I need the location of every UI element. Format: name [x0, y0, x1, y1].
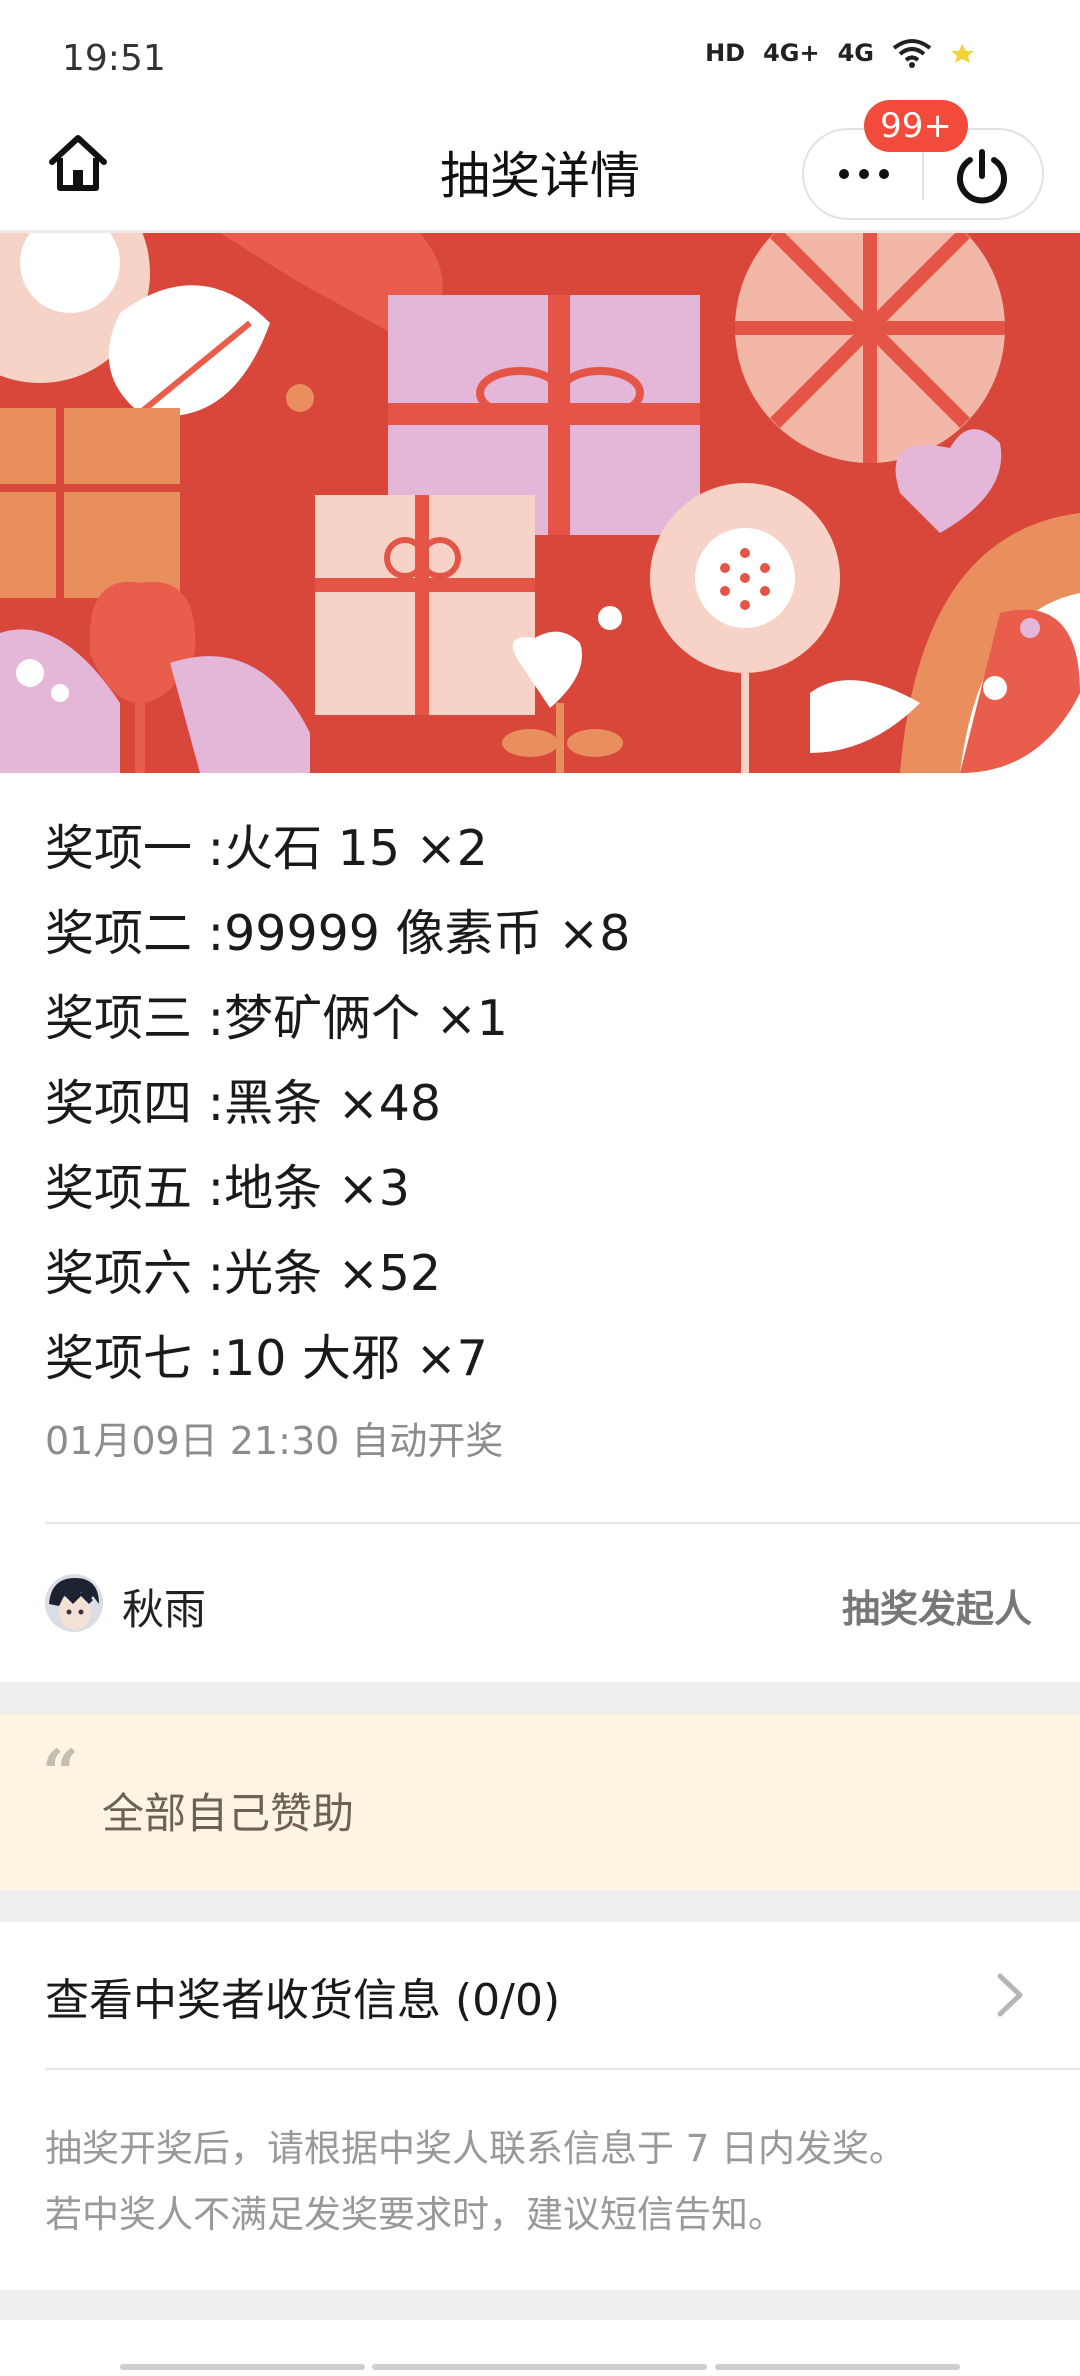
draw-time: 01月09日 21:30 自动开奖	[45, 1419, 504, 1463]
prize-item: 奖项四 :黑条 ×48	[45, 1075, 442, 1132]
prize-item: 奖项五 :地条 ×3	[45, 1160, 410, 1217]
power-icon[interactable]	[950, 144, 1014, 208]
tab-indicator[interactable]	[715, 2364, 960, 2370]
prize-item: 奖项一 :火石 15 ×2	[45, 820, 488, 877]
initiator-name: 秋雨	[122, 1585, 207, 1634]
capsule-divider	[922, 148, 924, 200]
prize-item: 奖项七 :10 大邪 ×7	[45, 1330, 488, 1387]
prize-list: 奖项一 :火石 15 ×2 奖项二 :99999 像素币 ×8 奖项三 :梦矿俩…	[45, 806, 1045, 1401]
signal-4g-icon: 4G	[837, 39, 874, 67]
status-bar: 19:51 HD 4G+ 4G	[0, 0, 1080, 110]
notice-line: 抽奖开奖后，请根据中奖人联系信息于 7 日内发奖。	[45, 2127, 907, 2170]
battery-icon	[951, 44, 974, 63]
sponsor-note: “ 全部自己赞助	[0, 1714, 1080, 1890]
bottom-tab-indicators	[0, 2320, 1080, 2376]
divider	[45, 2068, 1080, 2070]
signal-4g-plus-icon: 4G+	[763, 39, 820, 67]
more-icon[interactable]	[828, 144, 900, 204]
prize-item: 奖项六 :光条 ×52	[45, 1245, 442, 1302]
chevron-right-icon	[997, 1973, 1023, 2017]
hd-icon: HD	[705, 39, 746, 67]
initiator-role-label: 抽奖发起人	[841, 1587, 1032, 1631]
tab-indicator[interactable]	[120, 2364, 365, 2370]
prize-item: 奖项三 :梦矿俩个 ×1	[45, 990, 508, 1047]
delivery-notice: 抽奖开奖后，请根据中奖人联系信息于 7 日内发奖。 若中奖人不满足发奖要求时，建…	[45, 2116, 906, 2248]
initiator-row[interactable]: 秋雨 抽奖发起人	[0, 1524, 1080, 1684]
section-gap	[0, 2290, 1080, 2320]
winner-shipping-info-link[interactable]: 查看中奖者收货信息 (0/0)	[0, 1922, 1080, 2068]
section-gap	[0, 1682, 1080, 1714]
notice-line: 若中奖人不满足发奖要求时，建议短信告知。	[45, 2193, 785, 2236]
tab-indicator[interactable]	[372, 2364, 707, 2370]
quote-icon: “	[42, 1736, 79, 1811]
winner-shipping-info-label: 查看中奖者收货信息 (0/0)	[45, 1975, 561, 2026]
section-gap	[0, 1890, 1080, 1922]
wifi-icon	[892, 39, 932, 68]
avatar[interactable]	[45, 1574, 103, 1632]
notification-badge: 99+	[864, 100, 968, 152]
status-time: 19:51	[62, 38, 166, 79]
prize-item: 奖项二 :99999 像素币 ×8	[45, 905, 631, 962]
gift-banner-image	[0, 233, 1080, 773]
sponsor-note-text: 全部自己赞助	[102, 1789, 355, 1838]
status-icons: HD 4G+ 4G	[705, 38, 984, 68]
